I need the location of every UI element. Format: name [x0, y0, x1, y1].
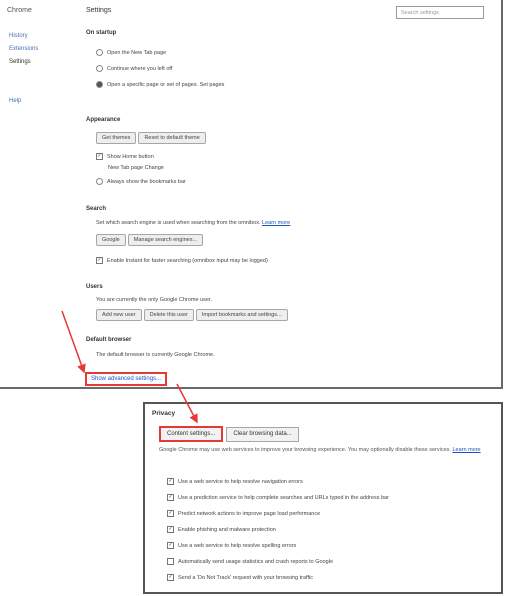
section-heading-search: Search [86, 206, 107, 212]
startup-option-newtab[interactable]: Open the New Tab page [96, 49, 166, 56]
checkbox-checked-icon[interactable]: ✓ [96, 257, 103, 264]
privacy-option[interactable]: ✓ Use a web service to help resolve navig… [167, 478, 303, 485]
sidebar-item-settings[interactable]: Settings [9, 59, 31, 65]
bookmarks-bar-option[interactable]: Always show the bookmarks bar [96, 178, 186, 185]
clear-browsing-data-button[interactable]: Clear browsing data... [226, 427, 299, 442]
sidebar-item-help[interactable]: Help [9, 98, 21, 104]
radio-icon[interactable] [96, 65, 103, 72]
privacy-option[interactable]: ✓ Send a 'Do Not Track' request with your… [167, 574, 313, 581]
get-themes-button[interactable]: Get themes [96, 132, 137, 144]
privacy-option[interactable]: ✓ Predict network actions to improve page… [167, 510, 320, 517]
delete-user-button[interactable]: Delete this user [143, 309, 194, 321]
sidebar: Chrome History Extensions Settings Help [0, 0, 80, 387]
settings-window: Chrome History Extensions Settings Help … [0, 0, 503, 389]
add-user-button[interactable]: Add new user [96, 309, 142, 321]
checkbox-checked-icon[interactable]: ✓ [167, 574, 174, 581]
sidebar-title: Chrome [7, 7, 32, 14]
newtab-change-text[interactable]: New Tab page Change [108, 165, 164, 171]
radio-icon[interactable] [96, 178, 103, 185]
show-home-option[interactable]: ✓ Show Home button [96, 153, 154, 160]
privacy-option[interactable]: Automatically send usage statistics and … [167, 558, 333, 565]
search-input[interactable]: Search settings [396, 6, 484, 19]
users-description: You are currently the only Google Chrome… [96, 297, 212, 303]
privacy-buttons: Content settings... Clear browsing data.… [159, 426, 299, 442]
default-browser-text: The default browser is currently Google … [96, 352, 215, 358]
privacy-option[interactable]: ✓ Use a prediction service to help comple… [167, 494, 389, 501]
checkbox-checked-icon[interactable]: ✓ [167, 478, 174, 485]
learn-more-link[interactable]: Learn more [262, 220, 290, 226]
search-description: Set which search engine is used when sea… [96, 220, 291, 226]
privacy-panel: Privacy Content settings... Clear browsi… [143, 402, 503, 594]
checkbox-unchecked-icon[interactable] [167, 558, 174, 565]
startup-option-continue[interactable]: Continue where you left off [96, 65, 172, 72]
section-heading-appearance: Appearance [86, 117, 121, 123]
radio-selected-icon[interactable] [96, 81, 103, 88]
checkbox-checked-icon[interactable]: ✓ [96, 153, 103, 160]
privacy-option[interactable]: ✓ Enable phishing and malware protection [167, 526, 276, 533]
manage-search-engines-button[interactable]: Manage search engines... [127, 234, 204, 246]
privacy-description: Google Chrome may use web services to im… [159, 447, 481, 453]
checkbox-checked-icon[interactable]: ✓ [167, 494, 174, 501]
settings-main: Settings Search settings On startup Open… [86, 0, 501, 387]
section-heading-default-browser: Default browser [86, 337, 132, 343]
content-settings-button[interactable]: Content settings... [159, 426, 224, 442]
search-engine-select[interactable]: Google [96, 234, 126, 246]
privacy-learn-more-link[interactable]: Learn more [452, 447, 480, 453]
sidebar-item-history[interactable]: History [9, 33, 28, 39]
checkbox-checked-icon[interactable]: ✓ [167, 510, 174, 517]
instant-option[interactable]: ✓ Enable Instant for faster searching (om… [96, 257, 268, 264]
appearance-buttons: Get themes Reset to default theme [96, 132, 206, 144]
radio-icon[interactable] [96, 49, 103, 56]
import-bookmarks-button[interactable]: Import bookmarks and settings... [195, 309, 288, 321]
startup-option-specific[interactable]: Open a specific page or set of pages. Se… [96, 81, 224, 88]
privacy-heading: Privacy [152, 410, 176, 417]
checkbox-checked-icon[interactable]: ✓ [167, 526, 174, 533]
privacy-option[interactable]: ✓ Use a web service to help resolve spell… [167, 542, 296, 549]
search-buttons: Google Manage search engines... [96, 234, 204, 246]
users-buttons: Add new user Delete this user Import boo… [96, 309, 288, 321]
show-advanced-settings-link[interactable]: Show advanced settings... [85, 372, 168, 386]
sidebar-item-extensions[interactable]: Extensions [9, 46, 38, 52]
checkbox-checked-icon[interactable]: ✓ [167, 542, 174, 549]
section-heading-startup: On startup [86, 30, 117, 36]
section-heading-users: Users [86, 284, 103, 290]
reset-theme-button[interactable]: Reset to default theme [138, 132, 206, 144]
page-title: Settings [86, 7, 112, 14]
